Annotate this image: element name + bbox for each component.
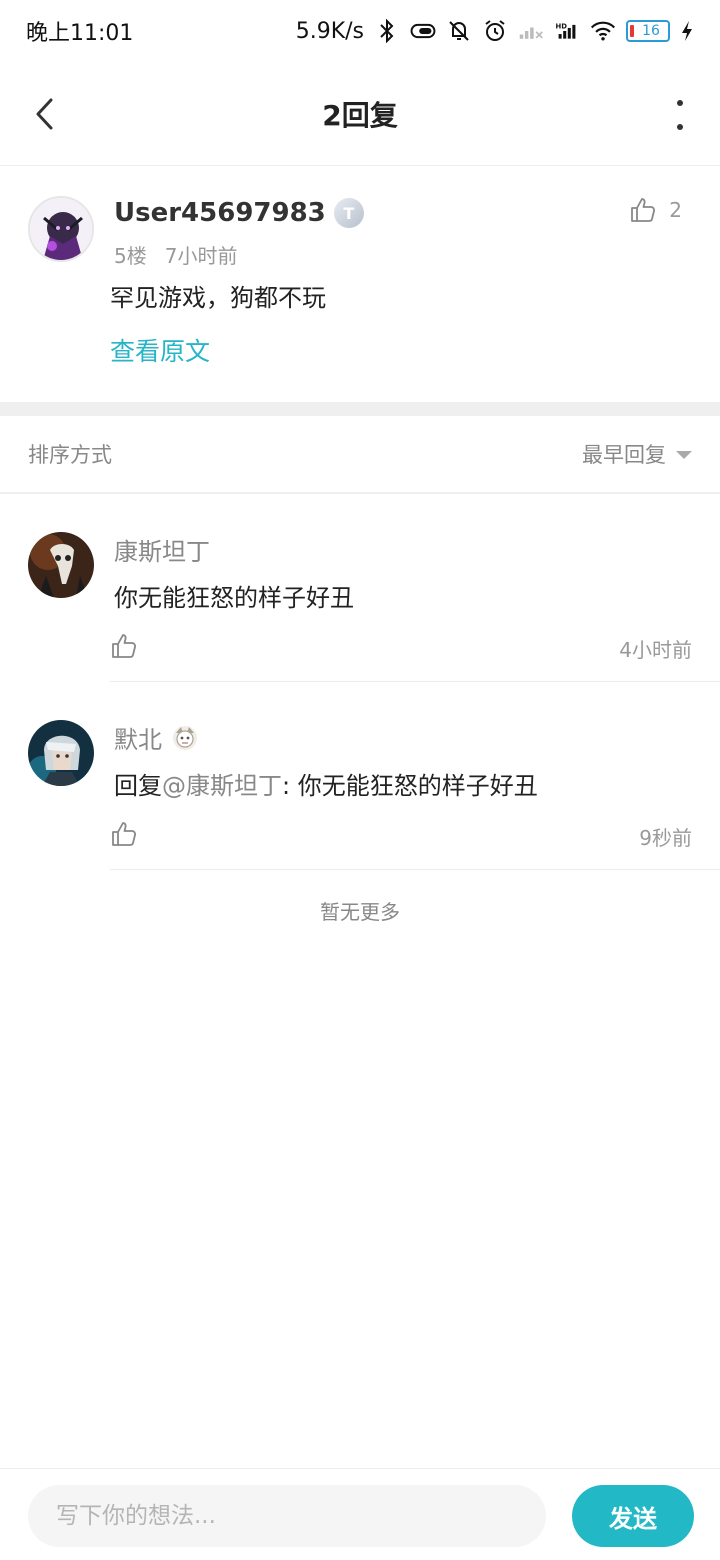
post-user: User45697983 T [114,198,364,228]
comment-input[interactable] [28,1485,546,1547]
like-button[interactable] [110,632,140,662]
status-time: 晚上11:01 [26,21,134,46]
reply-content: 你无能狂怒的样子好丑 [114,584,354,612]
more-options-button[interactable] [670,100,690,130]
sort-dropdown[interactable]: 最早回复 [582,439,692,469]
mention-link[interactable]: @康斯坦丁 [162,772,282,800]
level-badge-text: T [343,203,355,223]
post-content: 罕见游戏，狗都不玩 [110,284,326,312]
reply-user: 默北 [114,720,200,755]
mute-bell-icon [446,18,472,44]
status-icons: 5.9K/s HD 16 [296,18,694,44]
comment-composer: 发送 [0,1468,720,1560]
avatar[interactable] [28,532,94,598]
network-speed: 5.9K/s [295,18,364,44]
floor-number: 5楼 [114,244,147,268]
avatar[interactable] [28,196,94,262]
dot-icon [677,124,683,130]
like-button[interactable] [110,820,140,850]
sort-selected: 最早回复 [582,443,666,467]
page-title: 2回复 [322,98,398,132]
battery-icon: 16 [626,20,670,42]
wifi-icon [590,18,616,44]
dot-icon [677,100,683,106]
reply-item: 康斯坦丁 你无能狂怒的样子好丑 4小时前 [0,494,720,682]
avatar[interactable] [28,720,94,786]
original-post: User45697983 T 5楼 7小时前 罕见游戏，狗都不玩 查看原文 2 [0,166,720,402]
like-button[interactable]: 2 [629,196,682,224]
svg-text:HD: HD [556,23,568,31]
sort-label: 排序方式 [28,443,112,467]
thumbs-up-icon [112,634,136,658]
view-original-link[interactable]: 查看原文 [110,332,210,368]
header: 2回复 [0,62,720,166]
caret-down-icon [676,451,692,459]
section-divider [0,402,720,416]
post-meta: 5楼 7小时前 [114,240,237,269]
toggle-icon [410,18,436,44]
alarm-icon [482,18,508,44]
back-button[interactable] [24,92,64,136]
divider [110,869,720,870]
reply-prefix: 回复 [114,772,162,800]
signal-weak-icon [518,18,544,44]
like-count: 2 [669,198,682,222]
battery-level: 16 [642,23,660,39]
charging-icon [680,18,694,44]
signal-hd-icon: HD [554,18,580,44]
reply-time: 4小时前 [619,638,692,662]
send-button[interactable]: 发送 [572,1485,694,1547]
badge-icon [173,725,197,750]
thumbs-up-icon [112,822,136,846]
reply-text: : 你无能狂怒的样子好丑 [282,772,538,800]
thumbs-up-icon [631,198,656,222]
reply-user: 康斯坦丁 [114,532,210,567]
reply-username[interactable]: 默北 [114,720,162,755]
no-more-text: 暂无更多 [320,900,400,924]
sort-row: 排序方式 最早回复 [0,416,720,494]
reply-time: 9秒前 [639,826,692,850]
status-bar: 晚上11:01 5.9K/s HD 16 [0,0,720,62]
level-badge-icon: T [333,198,364,228]
bluetooth-icon [374,18,400,44]
reply-username[interactable]: 康斯坦丁 [114,532,210,567]
reply-content: 回复@康斯坦丁: 你无能狂怒的样子好丑 [114,766,538,801]
reply-item: 默北 回复@康斯坦丁: 你无能狂怒的样子好丑 9秒前 [0,682,720,870]
post-time: 7小时前 [164,244,238,268]
username[interactable]: User45697983 [114,198,326,228]
chevron-left-icon [36,98,53,130]
